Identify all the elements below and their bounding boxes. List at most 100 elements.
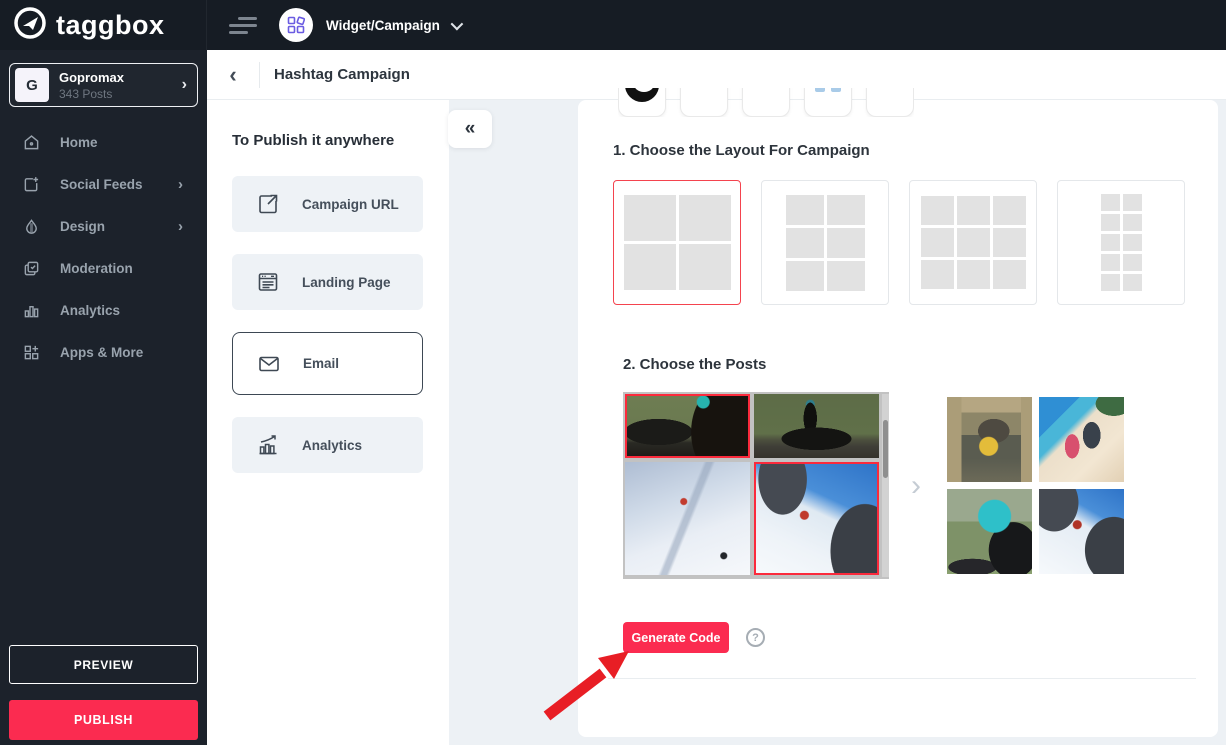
network-chip-none[interactable] <box>742 88 790 117</box>
email-icon <box>256 351 282 377</box>
post-thumbnail[interactable] <box>754 394 879 458</box>
layout-cell <box>1123 194 1142 211</box>
posts-section-title: 2. Choose the Posts <box>623 356 766 373</box>
layout-cell <box>993 228 1026 257</box>
layout-cell <box>957 228 990 257</box>
generate-code-button[interactable]: Generate Code <box>623 622 729 653</box>
chevron-right-icon: › <box>178 176 183 193</box>
layout-cell <box>921 260 954 289</box>
account-selector[interactable]: G Gopromax 343 Posts › <box>9 63 198 107</box>
topbar: Widget/Campaign <box>207 0 1226 50</box>
layout-cell <box>624 195 676 241</box>
account-name: Gopromax <box>59 70 182 85</box>
apps-more-icon <box>22 343 40 361</box>
sidebar-item-moderation[interactable]: Moderation <box>0 247 207 289</box>
moderation-icon <box>22 259 40 277</box>
layout-cell <box>1101 234 1120 251</box>
layout-option-grid-3x3[interactable] <box>909 180 1037 305</box>
sidebar-item-design[interactable]: Design› <box>0 205 207 247</box>
sidebar-item-analytics[interactable]: Analytics <box>0 289 207 331</box>
menu-toggle-icon[interactable] <box>229 17 257 34</box>
layout-cell <box>786 261 824 291</box>
layout-cell <box>1101 274 1120 291</box>
back-button[interactable]: ‹ <box>207 50 259 99</box>
workspace-selector[interactable]: Widget/Campaign <box>326 18 440 33</box>
posts-area: › <box>623 392 1124 579</box>
layout-cell <box>1123 254 1142 271</box>
network-chips-row <box>618 88 914 117</box>
publish-button[interactable]: PUBLISH <box>9 700 198 740</box>
layout-cell <box>1123 214 1142 231</box>
network-chip-none[interactable] <box>680 88 728 117</box>
sidebar-item-label: Home <box>60 135 98 150</box>
layout-thumbnail <box>1101 194 1142 291</box>
layout-option-grid-2x2[interactable] <box>613 180 741 305</box>
post-thumbnail[interactable] <box>625 462 750 575</box>
widget-switcher-icon[interactable] <box>279 8 313 42</box>
layout-section-title: 1. Choose the Layout For Campaign <box>613 142 870 159</box>
sidebar-item-home[interactable]: Home <box>0 121 207 163</box>
sidebar-item-apps-more[interactable]: Apps & More <box>0 331 207 373</box>
layout-cell <box>957 260 990 289</box>
network-chip-none[interactable] <box>866 88 914 117</box>
sidebar-item-social-feeds[interactable]: Social Feeds› <box>0 163 207 205</box>
design-icon <box>22 217 40 235</box>
post-preview-thumbnail[interactable] <box>947 489 1032 574</box>
layout-thumbnail <box>786 195 865 291</box>
layout-cell <box>921 196 954 225</box>
layout-cell <box>1101 194 1120 211</box>
publish-option-label: Analytics <box>302 438 362 453</box>
publish-option-email[interactable]: Email <box>232 332 423 395</box>
collapse-panel-button[interactable]: « <box>448 110 492 148</box>
publish-option-campaign-url[interactable]: Campaign URL <box>232 176 423 232</box>
scrollbar-thumb[interactable] <box>883 420 888 478</box>
layout-cell <box>993 260 1026 289</box>
layout-cell <box>993 196 1026 225</box>
publish-option-landing-page[interactable]: Landing Page <box>232 254 423 310</box>
layout-option-grid-2x5[interactable] <box>1057 180 1185 305</box>
account-posts-count: 343 Posts <box>59 87 182 101</box>
layout-cell <box>1101 254 1120 271</box>
chevron-down-icon[interactable] <box>450 17 463 30</box>
campaign-card: 1. Choose the Layout For Campaign 2. Cho… <box>578 100 1218 737</box>
sidebar-item-label: Analytics <box>60 303 120 318</box>
carousel-next-icon[interactable]: › <box>911 471 921 501</box>
preview-button[interactable]: PREVIEW <box>9 645 198 684</box>
publish-option-label: Email <box>303 356 339 371</box>
page-title: Hashtag Campaign <box>274 66 410 83</box>
analytics-chart-icon <box>255 432 281 458</box>
post-thumbnail[interactable] <box>625 394 750 458</box>
post-preview-thumbnail[interactable] <box>1039 397 1124 482</box>
header-divider <box>259 62 260 88</box>
social-feeds-icon <box>22 175 40 193</box>
landing-page-icon <box>255 269 281 295</box>
brand-logo[interactable]: taggbox <box>0 0 207 50</box>
network-chip-dark-circle-logo[interactable] <box>618 88 666 117</box>
layout-cell <box>827 261 865 291</box>
layout-cell <box>1101 214 1120 231</box>
network-chip-blue-logo[interactable] <box>804 88 852 117</box>
layout-cell <box>786 195 824 225</box>
brand-name: taggbox <box>56 10 165 41</box>
avatar: G <box>15 68 49 102</box>
sidebar-menu: HomeSocial Feeds›Design›ModerationAnalyt… <box>0 121 207 373</box>
chevron-right-icon: › <box>182 76 187 94</box>
post-preview-thumbnail[interactable] <box>1039 489 1124 574</box>
post-thumbnail[interactable] <box>754 462 879 575</box>
home-icon <box>22 133 40 151</box>
post-preview-thumbnail[interactable] <box>947 397 1032 482</box>
layout-cell <box>1123 274 1142 291</box>
layout-cell <box>921 228 954 257</box>
layout-thumbnail <box>921 196 1026 289</box>
layout-option-grid-2x3[interactable] <box>761 180 889 305</box>
sidebar-item-label: Design <box>60 219 105 234</box>
help-icon[interactable]: ? <box>746 628 765 647</box>
post-preview-grid <box>947 397 1124 574</box>
sidebar-item-label: Apps & More <box>60 345 143 360</box>
publish-option-label: Campaign URL <box>302 197 399 212</box>
post-picker-scrollbar[interactable] <box>882 394 889 577</box>
layout-cell <box>679 244 731 290</box>
publish-option-analytics[interactable]: Analytics <box>232 417 423 473</box>
layout-cell <box>957 196 990 225</box>
external-link-icon <box>255 191 281 217</box>
